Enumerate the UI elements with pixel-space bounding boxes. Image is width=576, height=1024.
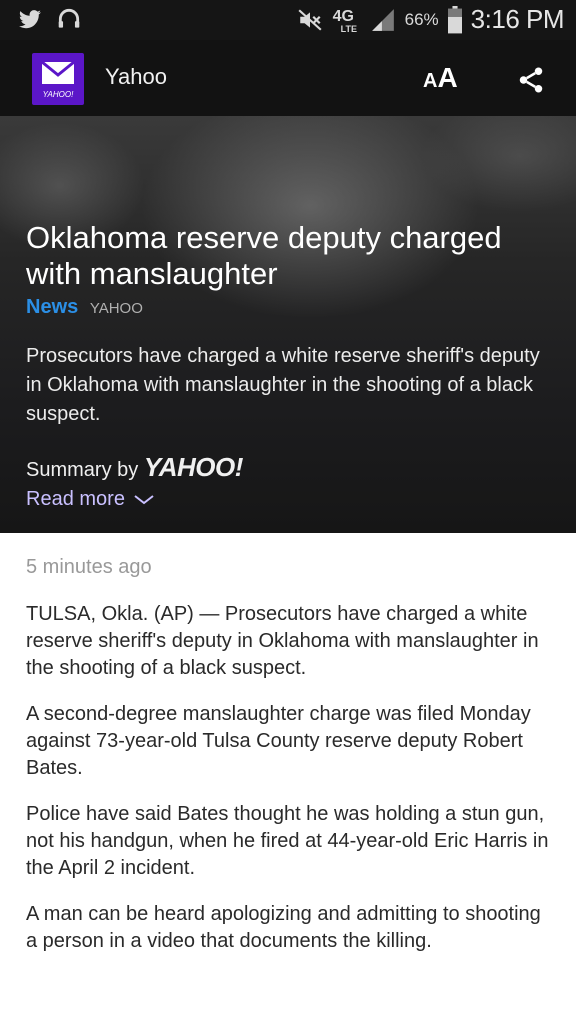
- summary-brand: YAHOO!: [143, 452, 244, 482]
- article-summary: Prosecutors have charged a white reserve…: [26, 345, 540, 425]
- article-paragraph: A man can be heard apologizing and admit…: [26, 903, 541, 952]
- article-paragraph: A second-degree manslaughter charge was …: [26, 703, 531, 779]
- article-paragraph: TULSA, Okla. (AP) — Prosecutors have cha…: [26, 603, 539, 679]
- read-more-label: Read more: [26, 488, 125, 510]
- clock: 3:16 PM: [470, 4, 565, 34]
- share-icon: [519, 67, 543, 93]
- app-bar: YAHOO! Yahoo AA: [0, 40, 576, 116]
- category-label[interactable]: News: [26, 296, 78, 318]
- font-size-small-letter: A: [423, 70, 438, 92]
- battery-icon: [447, 5, 463, 34]
- read-more-button[interactable]: Read more: [26, 488, 155, 511]
- twitter-icon: [16, 6, 44, 32]
- summary-by-label: Summary by: [26, 459, 139, 481]
- mute-icon: [297, 7, 323, 33]
- status-bar: 4G LTE 66% 3:16 PM: [0, 0, 576, 40]
- article-paragraph: Police have said Bates thought he was ho…: [26, 803, 549, 879]
- article-body: 5 minutes ago TULSA, Okla. (AP) — Prosec…: [26, 556, 554, 974]
- article-headline: Oklahoma reserve deputy charged with man…: [26, 220, 502, 291]
- app-title: Yahoo: [105, 64, 167, 89]
- app-logo-text: YAHOO!: [42, 90, 74, 99]
- article-hero: Oklahoma reserve deputy charged with man…: [0, 116, 576, 533]
- font-size-large-letter: A: [437, 62, 458, 93]
- yahoo-app-logo[interactable]: YAHOO!: [32, 53, 84, 105]
- summary-attribution: Summary by YAHOO!: [26, 452, 243, 483]
- 4g-lte-icon: 4G LTE: [331, 5, 361, 35]
- mail-envelope-icon: [41, 60, 75, 84]
- article-category: News YAHOO: [26, 296, 143, 319]
- source-label: YAHOO: [89, 300, 143, 317]
- article-timestamp: 5 minutes ago: [26, 556, 152, 578]
- share-button[interactable]: [516, 65, 546, 100]
- headset-icon: [56, 6, 82, 32]
- network-sub-label: LTE: [340, 23, 357, 34]
- status-right-icons: 4G LTE 66% 3:16 PM: [297, 4, 565, 35]
- chevron-down-icon: [134, 494, 154, 504]
- status-left-icons: [16, 6, 82, 32]
- battery-percent: 66%: [404, 9, 439, 29]
- signal-icon: [369, 7, 397, 33]
- font-size-button[interactable]: AA: [423, 62, 458, 94]
